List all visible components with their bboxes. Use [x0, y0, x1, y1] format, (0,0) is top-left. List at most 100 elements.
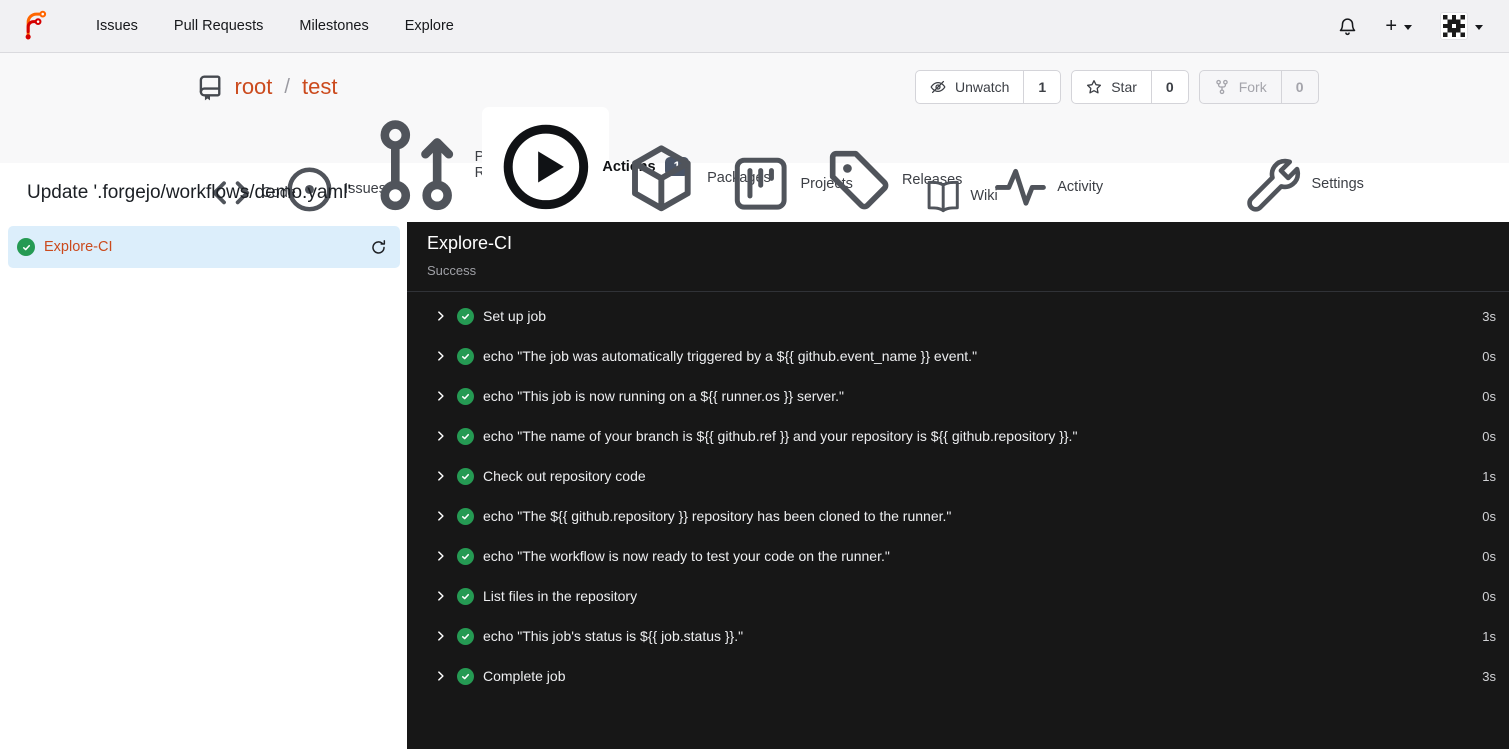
play-circle-icon	[503, 124, 588, 209]
tab-projects[interactable]: Projects	[714, 141, 853, 228]
package-icon	[632, 145, 692, 212]
navbar-right: +	[1338, 12, 1483, 40]
repo-title: root / test	[197, 74, 337, 101]
tab-releases[interactable]: Releases	[808, 133, 962, 228]
jobs-sidebar: Explore-CI	[0, 222, 407, 749]
step-row[interactable]: echo "This job is now running on a ${{ r…	[407, 376, 1509, 416]
step-name: echo "The job was automatically triggere…	[483, 348, 978, 364]
step-success-icon	[457, 547, 474, 565]
job-steps-list: Set up job 3s echo "The job was automati…	[407, 292, 1509, 696]
chevron-right-icon	[434, 669, 448, 683]
chevron-right-icon	[434, 429, 448, 443]
step-row[interactable]: echo "The workflow is now ready to test …	[407, 536, 1509, 576]
eye-off-icon	[930, 80, 946, 94]
job-panel-header: Explore-CI Success	[407, 222, 1509, 292]
job-log-panel: Explore-CI Success Set up job 3s echo "T…	[407, 222, 1509, 749]
stars-count[interactable]: 0	[1152, 71, 1188, 103]
star-button-group: Star 0	[1071, 70, 1189, 104]
step-row[interactable]: List files in the repository 0s	[407, 576, 1509, 616]
create-new-button[interactable]: +	[1385, 16, 1412, 36]
step-success-icon	[457, 387, 474, 405]
step-row[interactable]: echo "This job's status is ${{ job.statu…	[407, 616, 1509, 656]
navbar-item-pull-requests[interactable]: Pull Requests	[156, 0, 281, 52]
step-row[interactable]: Set up job 3s	[407, 296, 1509, 336]
step-duration: 3s	[1482, 668, 1496, 684]
step-name: echo "The workflow is now ready to test …	[483, 548, 890, 564]
repo-owner-link[interactable]: root	[235, 74, 273, 100]
step-duration: 0s	[1482, 348, 1496, 364]
step-duration: 1s	[1482, 468, 1496, 484]
user-menu[interactable]	[1440, 12, 1483, 40]
step-success-icon	[457, 307, 474, 325]
step-success-icon	[457, 467, 474, 485]
star-button[interactable]: Star	[1072, 71, 1152, 103]
chevron-right-icon	[434, 469, 448, 483]
user-avatar	[1440, 12, 1468, 40]
tab-wiki[interactable]: Wiki	[909, 166, 998, 228]
step-success-icon	[457, 627, 474, 645]
rerun-refresh-icon[interactable]	[370, 239, 387, 256]
star-icon	[1087, 80, 1102, 94]
pulse-icon	[995, 168, 1047, 206]
step-duration: 1s	[1482, 628, 1496, 644]
watchers-count[interactable]: 1	[1024, 71, 1060, 103]
chevron-right-icon	[434, 309, 448, 323]
chevron-down-icon	[1475, 24, 1483, 30]
navbar-links: Issues Pull Requests Milestones Explore	[78, 0, 472, 52]
step-success-icon	[457, 507, 474, 525]
step-name: echo "The ${{ github.repository }} repos…	[483, 508, 952, 524]
tools-icon	[1247, 158, 1301, 212]
sidebar-job-label: Explore-CI	[44, 239, 113, 255]
chevron-right-icon	[434, 349, 448, 363]
step-name: echo "The name of your branch is ${{ git…	[483, 428, 1078, 444]
tab-packages[interactable]: Packages	[609, 130, 771, 229]
unwatch-button[interactable]: Unwatch	[916, 71, 1025, 103]
step-duration: 0s	[1482, 508, 1496, 524]
step-row[interactable]: echo "The name of your branch is ${{ git…	[407, 416, 1509, 456]
step-duration: 0s	[1482, 548, 1496, 564]
fork-button: Fork	[1200, 71, 1282, 103]
git-pull-request-icon	[380, 120, 454, 211]
navbar-item-milestones[interactable]: Milestones	[281, 0, 386, 52]
repo-book-icon	[197, 74, 224, 101]
watch-button-group: Unwatch 1	[914, 70, 1062, 104]
job-name: Explore-CI	[427, 233, 513, 253]
tab-settings[interactable]: Settings	[1225, 141, 1364, 228]
step-name: Complete job	[483, 668, 566, 684]
tag-icon	[829, 150, 888, 210]
plus-icon: +	[1385, 15, 1397, 37]
step-name: Check out repository code	[483, 468, 646, 484]
step-name: Set up job	[483, 308, 547, 324]
tab-actions[interactable]: Actions 1	[481, 106, 690, 229]
chevron-right-icon	[434, 629, 448, 643]
step-duration: 3s	[1482, 308, 1496, 324]
tab-pull-requests[interactable]: Pull Requests	[351, 104, 536, 228]
repo-header: root / test Unwatch 1 Star 0 Fork 0 Issu…	[0, 53, 1509, 229]
tab-activity[interactable]: Activity	[977, 148, 1103, 229]
step-name: echo "This job is now running on a ${{ r…	[483, 388, 844, 404]
step-row[interactable]: echo "The ${{ github.repository }} repos…	[407, 496, 1509, 536]
step-row[interactable]: echo "The job was automatically triggere…	[407, 336, 1509, 376]
top-navbar: Issues Pull Requests Milestones Explore …	[0, 0, 1509, 53]
step-name: List files in the repository	[483, 588, 638, 604]
step-row[interactable]: Complete job 3s	[407, 656, 1509, 696]
repo-tabs: Code Issues Pull Requests	[191, 104, 1364, 229]
navbar-item-explore[interactable]: Explore	[387, 0, 472, 52]
repo-separator: /	[284, 75, 290, 98]
repo-name-link[interactable]: test	[302, 74, 337, 100]
job-layout: Explore-CI Explore-CI Success Set up job…	[0, 222, 1509, 749]
step-duration: 0s	[1482, 388, 1496, 404]
forgejo-logo-icon[interactable]	[20, 10, 48, 42]
step-row[interactable]: Check out repository code 1s	[407, 456, 1509, 496]
navbar-item-issues[interactable]: Issues	[78, 0, 156, 52]
step-success-icon	[457, 347, 474, 365]
step-success-icon	[457, 427, 474, 445]
chevron-down-icon	[1404, 24, 1412, 30]
sidebar-job-explore-ci[interactable]: Explore-CI	[8, 226, 400, 268]
git-fork-icon	[1215, 79, 1228, 95]
project-board-icon	[734, 157, 787, 210]
notifications-bell-icon[interactable]	[1338, 17, 1357, 36]
chevron-right-icon	[434, 509, 448, 523]
book-icon	[927, 180, 959, 213]
job-status: Success	[427, 263, 477, 278]
